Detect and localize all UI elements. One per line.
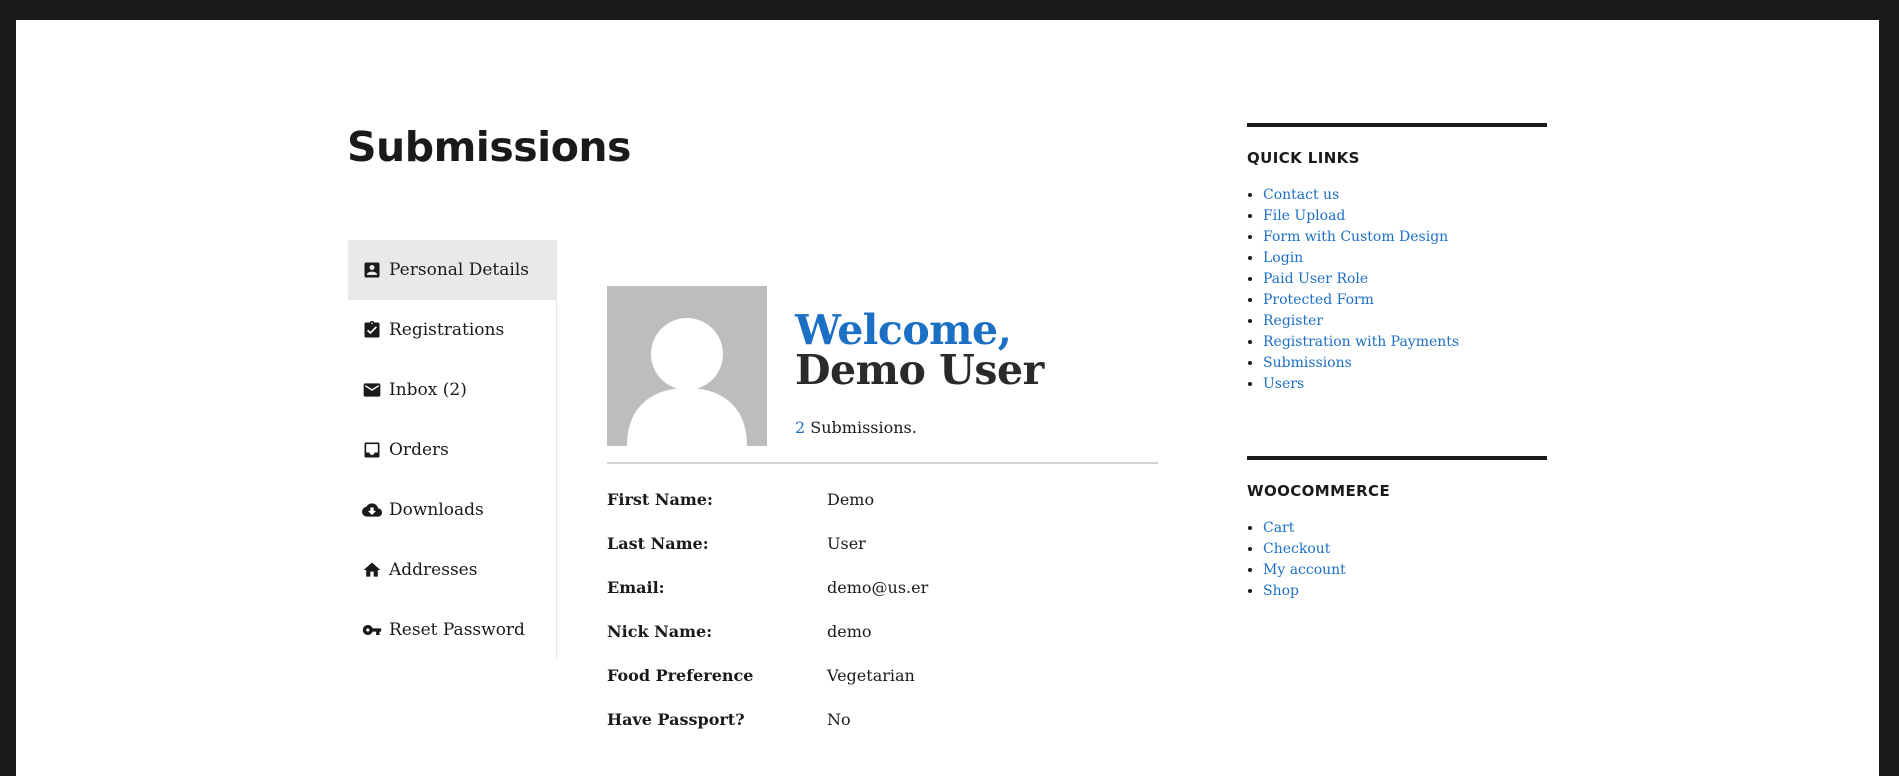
nav-item-personal-details[interactable]: Personal Details bbox=[348, 240, 556, 300]
welcome-heading: Welcome, Demo User bbox=[795, 310, 1135, 391]
list-item: Cart bbox=[1263, 518, 1547, 539]
quick-link-file-upload[interactable]: File Upload bbox=[1263, 208, 1345, 224]
nav-item-label: Registrations bbox=[389, 320, 505, 340]
profile-divider bbox=[607, 462, 1158, 464]
submissions-count: 2 Submissions. bbox=[795, 418, 917, 437]
list-item: Protected Form bbox=[1263, 290, 1547, 311]
list-item: Register bbox=[1263, 311, 1547, 332]
list-item: File Upload bbox=[1263, 206, 1547, 227]
field-row-email: Email: demo@us.er bbox=[607, 578, 1158, 622]
quick-link-users[interactable]: Users bbox=[1263, 376, 1304, 392]
nav-item-orders[interactable]: Orders bbox=[348, 420, 556, 480]
woo-link-cart[interactable]: Cart bbox=[1263, 520, 1294, 536]
quick-link-contact-us[interactable]: Contact us bbox=[1263, 187, 1339, 203]
nav-item-label: Reset Password bbox=[389, 620, 525, 640]
nav-item-addresses[interactable]: Addresses bbox=[348, 540, 556, 600]
list-item: Shop bbox=[1263, 581, 1547, 602]
quick-link-form-custom-design[interactable]: Form with Custom Design bbox=[1263, 229, 1448, 245]
nav-item-downloads[interactable]: Downloads bbox=[348, 480, 556, 540]
woo-link-my-account[interactable]: My account bbox=[1263, 562, 1346, 578]
nav-item-label: Downloads bbox=[389, 500, 484, 520]
field-value: Vegetarian bbox=[827, 666, 915, 685]
quick-link-register[interactable]: Register bbox=[1263, 313, 1323, 329]
nav-item-label: Addresses bbox=[389, 560, 478, 580]
woo-link-shop[interactable]: Shop bbox=[1263, 583, 1299, 599]
page-title: Submissions bbox=[347, 123, 631, 171]
quick-links-list: Contact us File Upload Form with Custom … bbox=[1247, 185, 1547, 395]
page-canvas: Submissions Personal Details Registratio… bbox=[16, 20, 1879, 776]
widget-title: QUICK LINKS bbox=[1247, 149, 1360, 167]
field-value: demo bbox=[827, 622, 872, 641]
account-box-icon bbox=[362, 260, 382, 280]
field-label: Email: bbox=[607, 578, 665, 597]
list-item: Form with Custom Design bbox=[1263, 227, 1547, 248]
field-row-last-name: Last Name: User bbox=[607, 534, 1158, 578]
woo-link-checkout[interactable]: Checkout bbox=[1263, 541, 1330, 557]
woocommerce-widget: WOOCOMMERCE Cart Checkout My account Sho… bbox=[1247, 456, 1547, 602]
field-label: First Name: bbox=[607, 490, 713, 509]
list-item: Registration with Payments bbox=[1263, 332, 1547, 353]
list-item: Login bbox=[1263, 248, 1547, 269]
field-label: Nick Name: bbox=[607, 622, 713, 641]
welcome-user-name: Demo User bbox=[795, 346, 1044, 394]
quick-link-submissions[interactable]: Submissions bbox=[1263, 355, 1352, 371]
quick-links-widget: QUICK LINKS Contact us File Upload Form … bbox=[1247, 123, 1547, 395]
nav-item-inbox[interactable]: Inbox (2) bbox=[348, 360, 556, 420]
field-value: No bbox=[827, 710, 851, 729]
widget-title: WOOCOMMERCE bbox=[1247, 482, 1391, 500]
field-value: Demo bbox=[827, 490, 875, 509]
list-item: Paid User Role bbox=[1263, 269, 1547, 290]
list-item: Submissions bbox=[1263, 353, 1547, 374]
quick-link-login[interactable]: Login bbox=[1263, 250, 1303, 266]
home-icon bbox=[362, 560, 382, 580]
field-value: demo@us.er bbox=[827, 578, 929, 597]
list-item: My account bbox=[1263, 560, 1547, 581]
profile-fields: First Name: Demo Last Name: User Email: … bbox=[607, 490, 1158, 754]
field-label: Food Preference bbox=[607, 666, 754, 685]
nav-item-registrations[interactable]: Registrations bbox=[348, 300, 556, 360]
avatar bbox=[607, 286, 767, 446]
quick-link-registration-payments[interactable]: Registration with Payments bbox=[1263, 334, 1459, 350]
field-value: User bbox=[827, 534, 866, 553]
field-label: Have Passport? bbox=[607, 710, 745, 729]
list-item: Contact us bbox=[1263, 185, 1547, 206]
list-item: Users bbox=[1263, 374, 1547, 395]
account-navigation: Personal Details Registrations Inbox (2)… bbox=[348, 240, 557, 660]
field-label: Last Name: bbox=[607, 534, 709, 553]
submissions-count-label: Submissions. bbox=[810, 418, 917, 437]
nav-item-reset-password[interactable]: Reset Password bbox=[348, 600, 556, 660]
inbox-tray-icon bbox=[362, 440, 382, 460]
quick-link-protected-form[interactable]: Protected Form bbox=[1263, 292, 1374, 308]
woocommerce-links-list: Cart Checkout My account Shop bbox=[1247, 518, 1547, 602]
key-icon bbox=[362, 620, 382, 640]
default-avatar-icon bbox=[607, 286, 767, 446]
field-row-nick-name: Nick Name: demo bbox=[607, 622, 1158, 666]
field-row-food-preference: Food Preference Vegetarian bbox=[607, 666, 1158, 710]
quick-link-paid-user-role[interactable]: Paid User Role bbox=[1263, 271, 1368, 287]
field-row-first-name: First Name: Demo bbox=[607, 490, 1158, 534]
nav-item-label: Inbox (2) bbox=[389, 380, 467, 400]
field-row-have-passport: Have Passport? No bbox=[607, 710, 1158, 754]
nav-item-label: Personal Details bbox=[389, 260, 530, 280]
clipboard-check-icon bbox=[362, 320, 382, 340]
submissions-count-link[interactable]: 2 bbox=[795, 418, 805, 437]
list-item: Checkout bbox=[1263, 539, 1547, 560]
mail-icon bbox=[362, 380, 382, 400]
nav-item-label: Orders bbox=[389, 440, 449, 460]
cloud-download-icon bbox=[362, 500, 382, 520]
